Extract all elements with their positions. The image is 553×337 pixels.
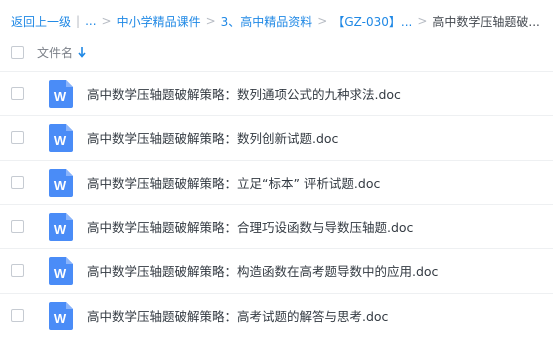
breadcrumb-ellipsis[interactable]: ... [85,14,96,28]
list-item[interactable]: W 高中数学压轴题破解策略：高考试题的解答与思考.doc [0,293,553,337]
row-checkbox[interactable] [11,176,24,189]
breadcrumb-arrow: > [205,14,216,28]
word-doc-icon: W [49,256,73,285]
breadcrumb-item-courseware[interactable]: 中小学精品课件 [117,13,201,30]
word-doc-icon: W [49,212,73,241]
word-doc-icon: W [49,168,73,197]
file-name[interactable]: 高中数学压轴题破解策略：数列通项公式的九种求法.doc [87,84,401,103]
breadcrumb-arrow: > [101,14,112,28]
file-name[interactable]: 高中数学压轴题破解策略：高考试题的解答与思考.doc [87,306,388,325]
breadcrumb-item-gz030[interactable]: 【GZ-030】... [332,13,412,30]
breadcrumb-item-highschool[interactable]: 3、高中精品资料 [221,13,313,30]
list-item[interactable]: W 高中数学压轴题破解策略：合理巧设函数与导数压轴题.doc [0,204,553,248]
arrow-down-icon[interactable] [78,46,86,58]
svg-text:W: W [54,311,67,326]
file-name[interactable]: 高中数学压轴题破解策略：合理巧设函数与导数压轴题.doc [87,217,413,236]
breadcrumb: 返回上一级 | ... > 中小学精品课件 > 3、高中精品资料 > 【GZ-0… [11,11,540,31]
list-item[interactable]: W 高中数学压轴题破解策略：立足“标本” 评析试题.doc [0,160,553,204]
breadcrumb-arrow: > [417,14,428,28]
row-checkbox[interactable] [11,309,24,322]
column-header-filename[interactable]: 文件名 [37,44,73,61]
row-checkbox[interactable] [11,220,24,233]
row-checkbox[interactable] [11,131,24,144]
svg-text:W: W [54,89,67,104]
list-item[interactable]: W 高中数学压轴题破解策略：数列通项公式的九种求法.doc [0,71,553,115]
breadcrumb-divider: | [76,14,81,28]
back-link[interactable]: 返回上一级 [11,13,71,30]
file-name[interactable]: 高中数学压轴题破解策略：数列创新试题.doc [87,128,338,147]
file-name[interactable]: 高中数学压轴题破解策略：构造函数在高考题导数中的应用.doc [87,261,438,280]
svg-text:W: W [54,133,67,148]
list-item[interactable]: W 高中数学压轴题破解策略：数列创新试题.doc [0,115,553,159]
row-checkbox[interactable] [11,87,24,100]
select-all-checkbox[interactable] [11,45,24,59]
breadcrumb-current: 高中数学压轴题破... [432,14,540,29]
svg-text:W: W [54,266,67,281]
list-item[interactable]: W 高中数学压轴题破解策略：构造函数在高考题导数中的应用.doc [0,248,553,292]
list-header: 文件名 [0,38,553,66]
word-doc-icon: W [49,123,73,152]
breadcrumb-arrow: > [317,14,328,28]
row-checkbox[interactable] [11,264,24,277]
svg-text:W: W [54,178,67,193]
svg-text:W: W [54,222,67,237]
file-name[interactable]: 高中数学压轴题破解策略：立足“标本” 评析试题.doc [87,173,380,192]
word-doc-icon: W [49,301,73,330]
word-doc-icon: W [49,79,73,108]
